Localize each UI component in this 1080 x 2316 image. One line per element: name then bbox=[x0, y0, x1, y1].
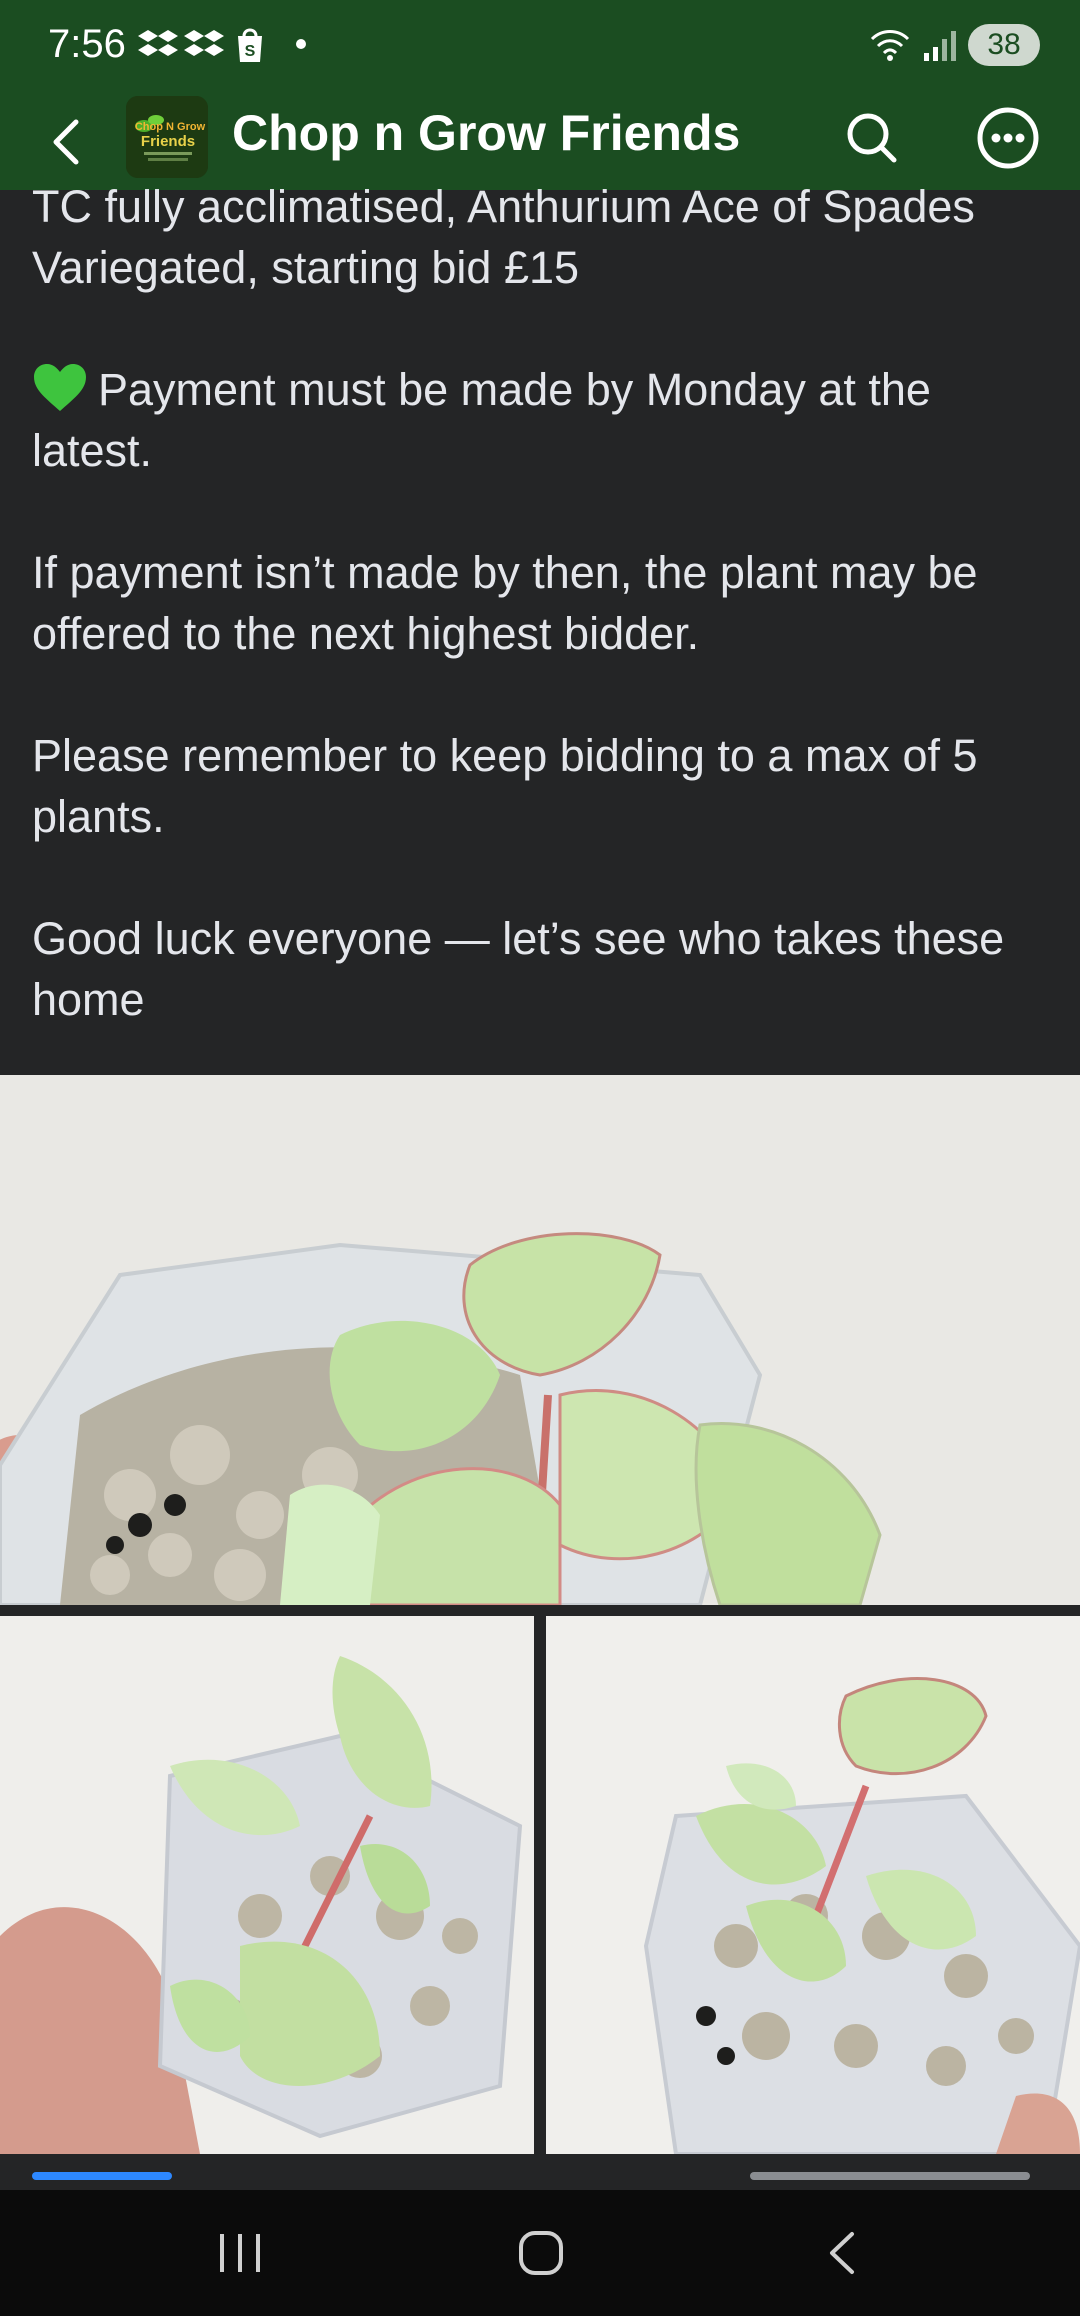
plant-photo-main[interactable] bbox=[0, 1075, 1080, 1605]
notification-icons: S bbox=[138, 24, 306, 64]
system-status: 38 bbox=[870, 24, 1040, 66]
group-title[interactable]: Chop n Grow Friends bbox=[232, 104, 740, 162]
status-time: 7:56 bbox=[48, 22, 126, 66]
post-line-warning: If payment isn’t made by then, the plant… bbox=[32, 547, 978, 659]
svg-text:S: S bbox=[245, 43, 256, 60]
more-notifications-dot bbox=[296, 39, 306, 49]
payment-text: Payment must be made by Monday at the la… bbox=[32, 364, 931, 476]
plant-photo-right[interactable] bbox=[546, 1616, 1080, 2154]
home-icon[interactable] bbox=[518, 2230, 564, 2276]
battery-indicator: 38 bbox=[968, 24, 1040, 66]
svg-text:Chop N Grow: Chop N Grow bbox=[135, 121, 206, 133]
post-line-listing: TC fully acclimatised, Anthurium Ace of … bbox=[32, 181, 975, 293]
recent-apps-icon[interactable] bbox=[216, 2228, 264, 2278]
back-arrow-icon[interactable] bbox=[36, 110, 100, 174]
shopping-bag-icon: S bbox=[238, 28, 262, 62]
system-back-icon[interactable] bbox=[822, 2228, 862, 2278]
post-line-limit: Please remember to keep bidding to a max… bbox=[32, 730, 978, 842]
plant-photo-left[interactable] bbox=[0, 1616, 534, 2154]
wifi-icon bbox=[870, 30, 910, 61]
svg-text:Friends: Friends bbox=[141, 133, 195, 150]
dropbox-icon bbox=[138, 30, 178, 56]
status-bar: 7:56 S 38 bbox=[0, 0, 1080, 92]
post-line-closing: Good luck everyone — let’s see who takes… bbox=[32, 913, 1005, 1025]
signal-icon bbox=[924, 31, 956, 61]
search-icon[interactable] bbox=[840, 106, 904, 170]
group-avatar[interactable]: Chop N Grow Friends bbox=[126, 96, 208, 178]
more-options-icon[interactable] bbox=[974, 104, 1042, 172]
post-line-payment: Payment must be made by Monday at the la… bbox=[32, 359, 1052, 481]
post-body: TC fully acclimatised, Anthurium Ace of … bbox=[32, 176, 1052, 1091]
post-footer-peek bbox=[0, 2154, 1080, 2190]
green-heart-icon bbox=[34, 364, 86, 411]
dropbox-icon bbox=[184, 30, 224, 56]
system-navigation-bar bbox=[0, 2190, 1080, 2316]
